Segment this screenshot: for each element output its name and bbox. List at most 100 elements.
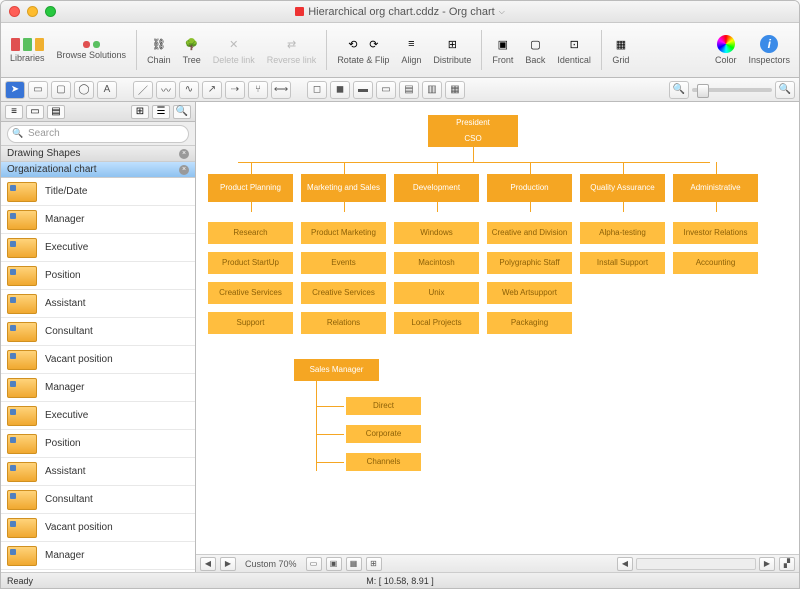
search-input[interactable]: Search (7, 125, 189, 143)
rotate-flip-button[interactable]: ⟲⟳ Rotate & Flip (333, 35, 393, 65)
close-icon[interactable]: × (179, 165, 189, 175)
ellipse-tool[interactable]: ◯ (74, 81, 94, 99)
shape3-tool[interactable]: ▬ (353, 81, 373, 99)
text-tool[interactable]: A (97, 81, 117, 99)
libraries-button[interactable]: Libraries (6, 38, 49, 63)
shape-item[interactable]: Assistant (1, 290, 195, 318)
sidetab-3[interactable]: ▤ (47, 105, 65, 119)
footer-btn-4[interactable]: ⊞ (366, 557, 382, 571)
spline-tool[interactable]: ∿ (179, 81, 199, 99)
page-next-button[interactable]: ▶ (220, 557, 236, 571)
arrow-tool[interactable]: ↗ (202, 81, 222, 99)
shape-item[interactable]: Assistant (1, 458, 195, 486)
org-box[interactable]: Unix (394, 282, 479, 304)
org-box[interactable]: Product StartUp (208, 252, 293, 274)
footer-btn-2[interactable]: ▣ (326, 557, 342, 571)
section-drawing-shapes[interactable]: Drawing Shapes × (1, 146, 195, 162)
shape-item[interactable]: Position (1, 430, 195, 458)
shape7-tool[interactable]: ▦ (445, 81, 465, 99)
color-button[interactable]: Color (711, 35, 741, 65)
org-box[interactable]: Development (394, 174, 479, 202)
hscrollbar[interactable] (636, 558, 756, 570)
shape6-tool[interactable]: ▥ (422, 81, 442, 99)
zoom-label[interactable]: Custom 70% (239, 559, 303, 569)
scroll-left-button[interactable]: ◀ (617, 557, 633, 571)
org-box[interactable]: Research (208, 222, 293, 244)
org-box[interactable]: President (428, 115, 518, 131)
shape-item[interactable]: Position (1, 262, 195, 290)
shape1-tool[interactable]: ◻ (307, 81, 327, 99)
org-box[interactable]: Creative Services (208, 282, 293, 304)
shape-item[interactable]: Vacant position (1, 346, 195, 374)
footer-btn-3[interactable]: ▦ (346, 557, 362, 571)
sidetab-2[interactable]: ▭ (26, 105, 44, 119)
org-box[interactable]: Investor Relations (673, 222, 758, 244)
chevron-down-icon[interactable]: ⌵ (499, 7, 505, 17)
identical-button[interactable]: ⊡ Identical (553, 35, 595, 65)
shape5-tool[interactable]: ▤ (399, 81, 419, 99)
org-box[interactable]: Windows (394, 222, 479, 244)
org-box[interactable]: Polygraphic Staff (487, 252, 572, 274)
front-button[interactable]: ▣ Front (488, 35, 517, 65)
back-button[interactable]: ▢ Back (521, 35, 549, 65)
rect-tool[interactable]: ▭ (28, 81, 48, 99)
resize-handle-icon[interactable]: ▞ (779, 557, 795, 571)
org-box[interactable]: Relations (301, 312, 386, 334)
org-box[interactable]: Channels (346, 453, 421, 471)
org-box[interactable]: CSO (428, 131, 518, 147)
org-box[interactable]: Production (487, 174, 572, 202)
org-box[interactable]: Packaging (487, 312, 572, 334)
org-box[interactable]: Sales Manager (294, 359, 379, 381)
shape2-tool[interactable]: ◼ (330, 81, 350, 99)
org-box[interactable]: Install Support (580, 252, 665, 274)
org-box[interactable]: Creative and Division (487, 222, 572, 244)
org-box[interactable]: Events (301, 252, 386, 274)
shape-item[interactable]: Title/Date (1, 178, 195, 206)
org-box[interactable]: Support (208, 312, 293, 334)
sidetab-grid[interactable]: ⊞ (131, 105, 149, 119)
shape-item[interactable]: Executive (1, 234, 195, 262)
box-tool[interactable]: ▢ (51, 81, 71, 99)
org-box[interactable]: Product Marketing (301, 222, 386, 244)
line-tool[interactable]: ／ (133, 81, 153, 99)
org-box[interactable]: Alpha-testing (580, 222, 665, 244)
sidetab-list[interactable]: ☰ (152, 105, 170, 119)
browse-solutions-button[interactable]: Browse Solutions (53, 41, 131, 60)
scroll-right-button[interactable]: ▶ (759, 557, 775, 571)
shape4-tool[interactable]: ▭ (376, 81, 396, 99)
chain-button[interactable]: ⛓ Chain (143, 35, 175, 65)
branch-tool[interactable]: ⑂ (248, 81, 268, 99)
shape-item[interactable]: Consultant (1, 486, 195, 514)
zoom-out-button[interactable]: 🔍 (669, 81, 689, 99)
org-box[interactable]: Creative Services (301, 282, 386, 304)
org-box[interactable]: Administrative (673, 174, 758, 202)
reverse-link-button[interactable]: ⇄ Reverse link (263, 35, 321, 65)
footer-btn-1[interactable]: ▭ (306, 557, 322, 571)
distribute-button[interactable]: ⊞ Distribute (429, 35, 475, 65)
shape-item[interactable]: Executive (1, 402, 195, 430)
shape-item[interactable]: Consultant (1, 318, 195, 346)
org-box[interactable]: Accounting (673, 252, 758, 274)
dim-tool[interactable]: ⟷ (271, 81, 291, 99)
curve-tool[interactable]: 〰 (156, 81, 176, 99)
shape-list[interactable]: Title/DateManagerExecutivePositionAssist… (1, 178, 195, 572)
section-org-chart[interactable]: Organizational chart × (1, 162, 195, 178)
page-prev-button[interactable]: ◀ (200, 557, 216, 571)
org-box[interactable]: Corporate (346, 425, 421, 443)
sidetab-search[interactable]: 🔍 (173, 105, 191, 119)
grid-button[interactable]: ▦ Grid (608, 35, 634, 65)
zoom-slider[interactable] (692, 88, 772, 92)
org-box[interactable]: Macintosh (394, 252, 479, 274)
org-box[interactable]: Local Projects (394, 312, 479, 334)
inspectors-button[interactable]: i Inspectors (744, 35, 794, 65)
shape-item[interactable]: Manager (1, 374, 195, 402)
pointer-tool[interactable]: ➤ (5, 81, 25, 99)
zoom-in-button[interactable]: 🔍 (775, 81, 795, 99)
shape-item[interactable]: Manager (1, 206, 195, 234)
conn-tool[interactable]: ⇢ (225, 81, 245, 99)
shape-item[interactable]: Manager (1, 542, 195, 570)
org-box[interactable]: Quality Assurance (580, 174, 665, 202)
tree-button[interactable]: 🌳 Tree (179, 35, 205, 65)
org-box[interactable]: Web Artsupport (487, 282, 572, 304)
org-box[interactable]: Direct (346, 397, 421, 415)
